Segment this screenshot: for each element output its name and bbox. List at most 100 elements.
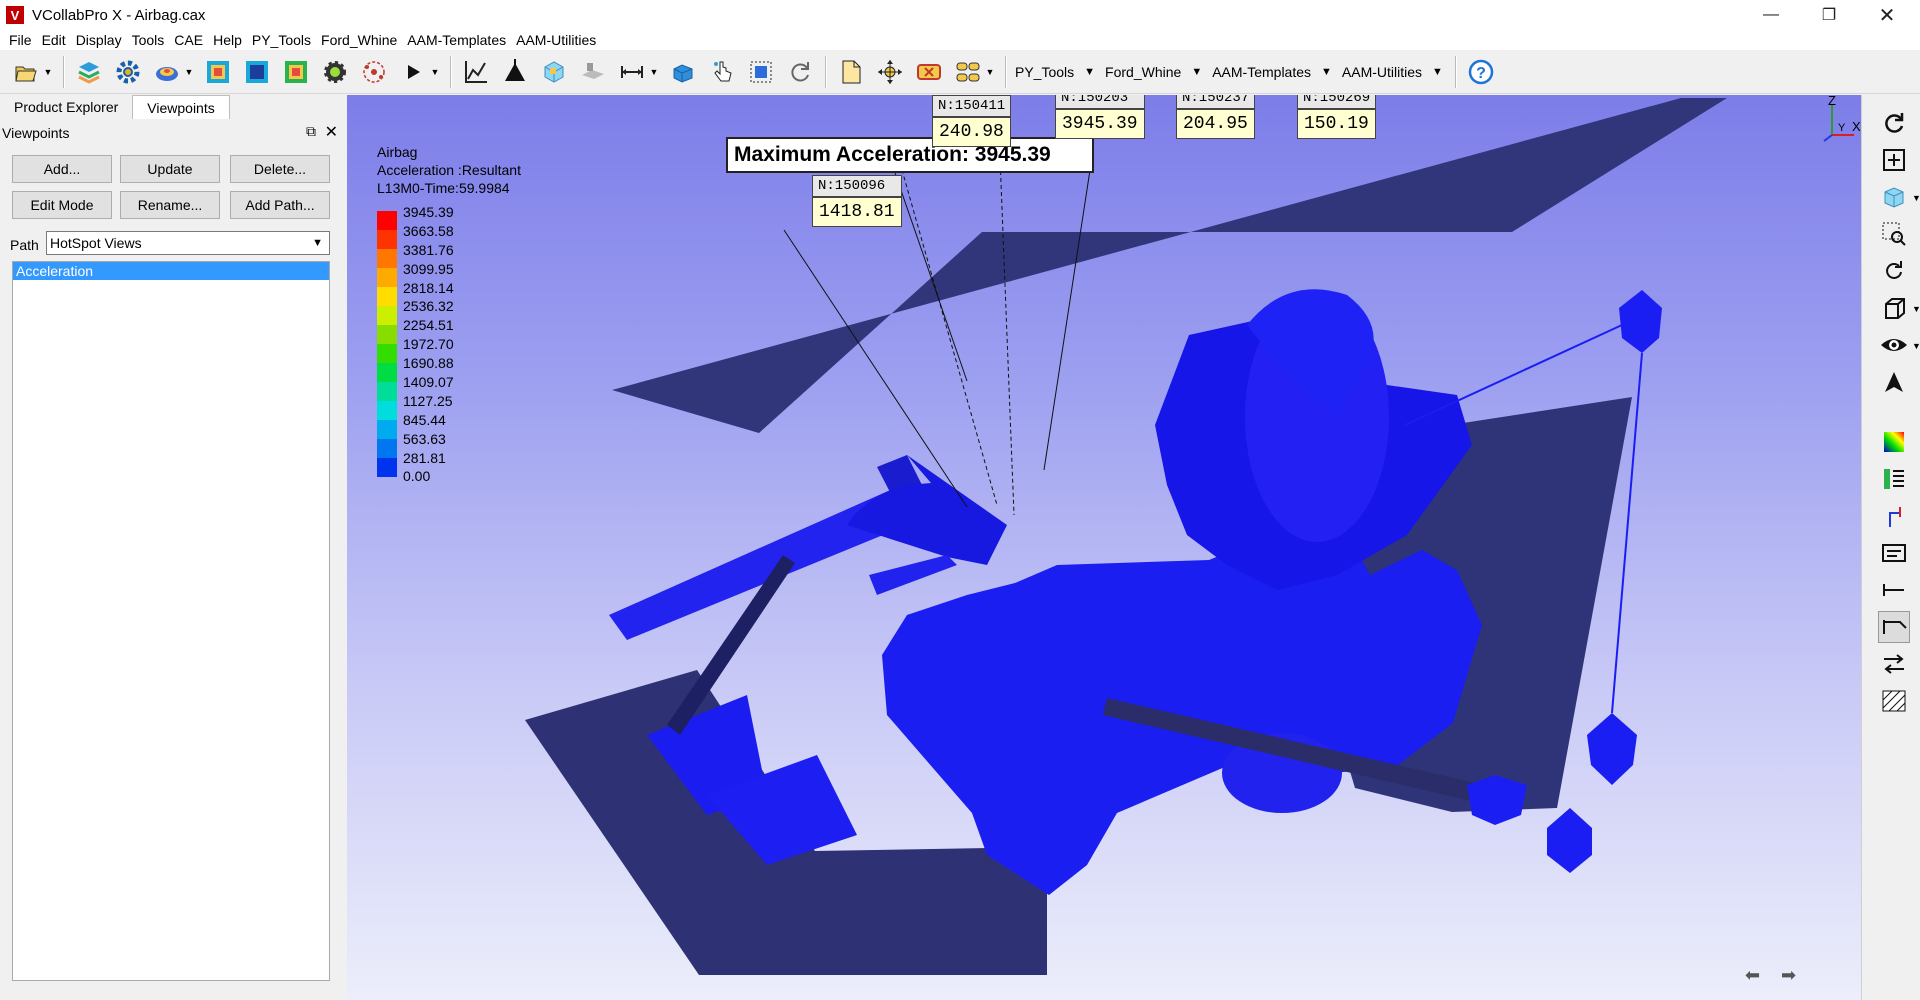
main-toolbar: ▼ ▼ ▼ ▼ ▼ PY_Tools ▼ Ford_Whine ▼ AAM-Temp…	[0, 50, 1920, 94]
delete-viewpoint-button[interactable]: Delete...	[230, 155, 330, 183]
measure-icon[interactable]	[616, 56, 648, 88]
iso-surface-icon[interactable]	[280, 56, 312, 88]
probe-150203[interactable]: N:150203 3945.39	[1055, 95, 1145, 139]
fringe-icon[interactable]	[202, 56, 234, 88]
minimize-icon[interactable]: —	[1742, 0, 1800, 30]
pointer-icon[interactable]	[1878, 366, 1910, 398]
menu-tools[interactable]: Tools	[127, 30, 170, 50]
color-legend-icon[interactable]	[1878, 426, 1910, 458]
menu-display[interactable]: Display	[71, 30, 127, 50]
tab-viewpoints[interactable]: Viewpoints	[132, 95, 230, 119]
angle-icon[interactable]	[1878, 611, 1910, 643]
measure-dropdown-icon[interactable]: ▼	[649, 56, 659, 88]
menu-ford-whine[interactable]: Ford_Whine	[316, 30, 402, 50]
probe-150269[interactable]: N:150269 150.19	[1297, 95, 1377, 139]
contour-icon[interactable]	[151, 56, 183, 88]
fit-view-icon[interactable]	[1878, 144, 1910, 176]
aam-templates-dropdown[interactable]: AAM-Templates ▼	[1212, 64, 1332, 80]
probe-icon[interactable]	[499, 56, 531, 88]
new-page-icon[interactable]	[835, 56, 867, 88]
mode-settings-icon[interactable]	[319, 56, 351, 88]
dimension-line-icon[interactable]	[1878, 574, 1910, 606]
settings-gear-icon[interactable]	[112, 56, 144, 88]
play-icon[interactable]	[397, 56, 429, 88]
legend-color-segment	[377, 249, 397, 268]
previous-arrow-icon[interactable]: ⬅	[1745, 965, 1760, 986]
3d-viewport[interactable]: Airbag Acceleration :Resultant L13M0-Tim…	[347, 95, 1861, 1000]
select-box-icon[interactable]	[745, 56, 777, 88]
legend-value: 1409.07	[403, 374, 454, 391]
open-file-icon[interactable]	[10, 56, 42, 88]
play-dropdown-icon[interactable]: ▼	[430, 56, 440, 88]
menu-aam-utilities[interactable]: AAM-Utilities	[511, 30, 601, 50]
cube-icon[interactable]	[538, 56, 570, 88]
menu-help[interactable]: Help	[208, 30, 247, 50]
menu-py-tools[interactable]: PY_Tools	[247, 30, 316, 50]
window-title: VCollabPro X - Airbag.cax	[32, 6, 206, 24]
animation-icon[interactable]	[358, 56, 390, 88]
chevron-down-icon[interactable]: ▼	[1912, 304, 1920, 314]
open-file-dropdown-icon[interactable]: ▼	[43, 56, 53, 88]
legend-color-segment	[377, 306, 397, 325]
layers-icon[interactable]	[73, 56, 105, 88]
erase-icon[interactable]	[913, 56, 945, 88]
menu-aam-templates[interactable]: AAM-Templates	[402, 30, 511, 50]
float-panel-icon[interactable]: ⧉	[306, 123, 316, 140]
add-viewpoint-button[interactable]: Add...	[12, 155, 112, 183]
zoom-box-icon[interactable]	[1878, 218, 1910, 250]
legend-value: 3099.95	[403, 260, 454, 277]
edit-mode-button[interactable]: Edit Mode	[12, 191, 112, 219]
tab-product-explorer[interactable]: Product Explorer	[0, 95, 132, 119]
3d-model-scene[interactable]	[347, 95, 1861, 1000]
viewpoint-list-item[interactable]: Acceleration	[13, 262, 329, 280]
probe-150411[interactable]: N:150411 240.98	[932, 95, 1012, 147]
probe-150096[interactable]: N:150096 1418.81	[812, 175, 902, 227]
menu-file[interactable]: File	[4, 30, 37, 50]
multi-view-dropdown-icon[interactable]: ▼	[985, 56, 995, 88]
legend-color-segment	[377, 287, 397, 306]
py-tools-dropdown[interactable]: PY_Tools ▼	[1015, 64, 1095, 80]
rename-viewpoint-button[interactable]: Rename...	[120, 191, 220, 219]
probe-node-id: N:150269	[1297, 95, 1377, 109]
view-cube-icon[interactable]	[1878, 181, 1910, 213]
add-path-button[interactable]: Add Path...	[230, 191, 330, 219]
aam-utilities-dropdown[interactable]: AAM-Utilities ▼	[1342, 64, 1443, 80]
section-icon[interactable]	[577, 56, 609, 88]
legend-color-bar[interactable]	[377, 211, 397, 477]
deformed-icon[interactable]	[241, 56, 273, 88]
probe-point-icon[interactable]	[1878, 500, 1910, 532]
restore-icon[interactable]: ❐	[1800, 0, 1858, 30]
close-icon[interactable]: ✕	[1858, 0, 1916, 30]
legend-value: 1972.70	[403, 336, 454, 353]
legend-value: 3945.39	[403, 204, 454, 220]
help-icon[interactable]: ?	[1465, 56, 1497, 88]
chevron-down-icon[interactable]: ▼	[1912, 193, 1920, 203]
hatch-icon[interactable]	[1878, 685, 1910, 717]
refresh-icon[interactable]	[784, 56, 816, 88]
svg-text:Z: Z	[1828, 95, 1836, 108]
chevron-down-icon[interactable]: ▼	[1912, 341, 1920, 351]
contour-dropdown-icon[interactable]: ▼	[184, 56, 194, 88]
close-panel-icon[interactable]: ✕	[325, 122, 338, 142]
probe-value: 1418.81	[812, 197, 902, 227]
move-icon[interactable]	[874, 56, 906, 88]
assembly-icon[interactable]	[667, 56, 699, 88]
legend-color-segment	[377, 382, 397, 401]
graph-icon[interactable]	[460, 56, 492, 88]
menu-cae[interactable]: CAE	[169, 30, 208, 50]
transform-icon[interactable]	[1878, 648, 1910, 680]
visibility-eye-icon[interactable]	[1878, 329, 1910, 361]
path-select[interactable]: HotSpot Views ▼	[46, 231, 330, 255]
probe-150237[interactable]: N:150237 204.95	[1176, 95, 1256, 139]
ford-whine-dropdown[interactable]: Ford_Whine ▼	[1105, 64, 1202, 80]
multi-view-icon[interactable]	[952, 56, 984, 88]
label-icon[interactable]	[1878, 537, 1910, 569]
projection-icon[interactable]	[1878, 292, 1910, 324]
pick-icon[interactable]	[706, 56, 738, 88]
rotate-icon[interactable]	[1878, 107, 1910, 139]
next-arrow-icon[interactable]: ➡	[1781, 965, 1796, 986]
legend-list-icon[interactable]	[1878, 463, 1910, 495]
rotate-axis-icon[interactable]	[1878, 255, 1910, 287]
update-viewpoint-button[interactable]: Update	[120, 155, 220, 183]
menu-edit[interactable]: Edit	[37, 30, 71, 50]
